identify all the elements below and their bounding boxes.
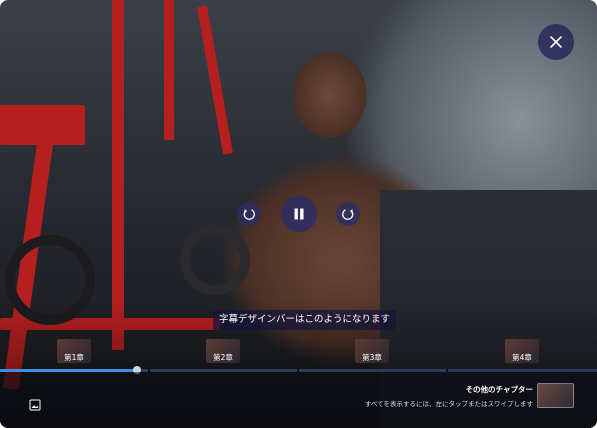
image-icon[interactable] bbox=[29, 399, 41, 411]
rewind-icon bbox=[243, 209, 255, 220]
weight-plate bbox=[180, 225, 250, 295]
chapter-label[interactable]: 第1章 bbox=[57, 352, 91, 363]
gym-rack-post bbox=[164, 0, 174, 140]
other-chapters-hint: すべてを表示するには、左にタップまたはスワイプします bbox=[364, 400, 533, 408]
rewind-button[interactable] bbox=[237, 202, 261, 226]
forward-button[interactable] bbox=[336, 202, 360, 226]
pause-icon bbox=[294, 208, 304, 220]
subtitle-bar: 字幕デザインバーはこのようになります bbox=[213, 310, 397, 330]
gym-rack-post bbox=[197, 5, 233, 155]
pause-button[interactable] bbox=[281, 196, 317, 232]
chapter-label[interactable]: 第3章 bbox=[355, 352, 389, 363]
chapter-label[interactable]: 第2章 bbox=[206, 352, 240, 363]
video-player: 字幕デザインバーはこのようになります 第1章 第2章 第3章 第4章 その他のチ… bbox=[0, 0, 597, 428]
other-chapters-title[interactable]: その他のチャプター bbox=[466, 384, 533, 395]
gym-rack-post bbox=[112, 0, 124, 350]
forward-icon bbox=[342, 209, 354, 220]
close-icon bbox=[550, 36, 562, 48]
gym-bench bbox=[0, 105, 85, 145]
close-button[interactable] bbox=[538, 24, 574, 60]
other-chapters-thumbnail[interactable] bbox=[537, 383, 574, 408]
chapter-label[interactable]: 第4章 bbox=[505, 352, 539, 363]
